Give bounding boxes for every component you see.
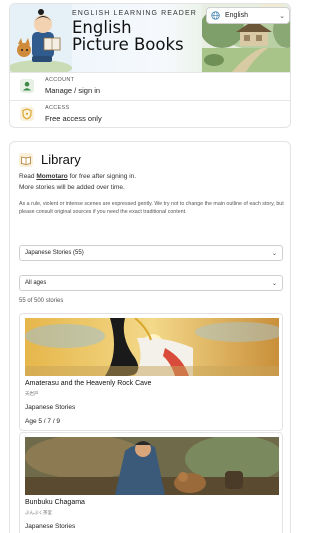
story-count: 55 of 500 stories (19, 298, 64, 304)
account-value[interactable]: Manage / sign in (45, 86, 100, 95)
intro-prefix: Read (19, 173, 37, 180)
story-card[interactable]: Bunbuku Chagama ぶんぶく茶釜 Japanese Stories (19, 432, 283, 533)
category-select[interactable]: Japanese Stories (55) ⌄ (19, 245, 283, 261)
app-title-line2: Picture Books (72, 35, 184, 54)
category-select-value: Japanese Stories (55) (25, 250, 84, 256)
shield-icon (20, 107, 34, 121)
bunbuku-illustration (25, 437, 279, 495)
chevron-down-icon: ⌄ (271, 280, 277, 287)
story-japanese-title: 天岩戸 (25, 391, 39, 396)
book-icon (19, 152, 33, 167)
language-select[interactable]: English ⌄ (206, 7, 290, 24)
age-select-value: All ages (25, 280, 47, 286)
age-select[interactable]: All ages ⌄ (19, 275, 283, 291)
intro-suffix: for free after signing in. (67, 173, 137, 180)
user-icon (20, 79, 34, 93)
chevron-down-icon: ⌄ (271, 250, 277, 257)
app-title: English Picture Books (72, 19, 184, 53)
chevron-down-icon: ⌄ (279, 12, 285, 20)
access-label: ACCESS (45, 105, 70, 111)
app-eyebrow: ENGLISH LEARNING READER (72, 10, 197, 17)
story-card[interactable]: Amaterasu and the Heavenly Rock Cave 天岩戸… (19, 313, 283, 431)
story-age: Age 5 / 7 / 9 (25, 418, 61, 425)
library-note: As a rule, violent or intense scenes are… (19, 201, 284, 215)
library-more-text: More stories will be added over time. (19, 184, 125, 191)
boy-reading-illustration (10, 4, 72, 72)
globe-icon (211, 11, 220, 20)
library-card: Library Read Momotaro for free after sig… (9, 141, 291, 533)
story-japanese-title: ぶんぶく茶釜 (25, 510, 52, 515)
access-value: Free access only (45, 114, 102, 123)
access-row: ACCESS Free access only (10, 100, 290, 127)
language-value: English (225, 12, 248, 19)
story-title[interactable]: Bunbuku Chagama (25, 499, 85, 506)
amaterasu-illustration (25, 318, 279, 376)
app-title-line1: English (72, 18, 132, 37)
library-intro: Read Momotaro for free after signing in. (19, 173, 136, 180)
account-row[interactable]: ACCOUNT Manage / sign in (10, 72, 290, 100)
story-category: Japanese Stories (25, 523, 76, 530)
story-title[interactable]: Amaterasu and the Heavenly Rock Cave (25, 380, 151, 387)
account-label: ACCOUNT (45, 77, 75, 83)
momotaro-link[interactable]: Momotaro (36, 173, 67, 180)
story-category: Japanese Stories (25, 404, 76, 411)
library-header: Library (19, 152, 81, 167)
library-title: Library (41, 152, 81, 167)
